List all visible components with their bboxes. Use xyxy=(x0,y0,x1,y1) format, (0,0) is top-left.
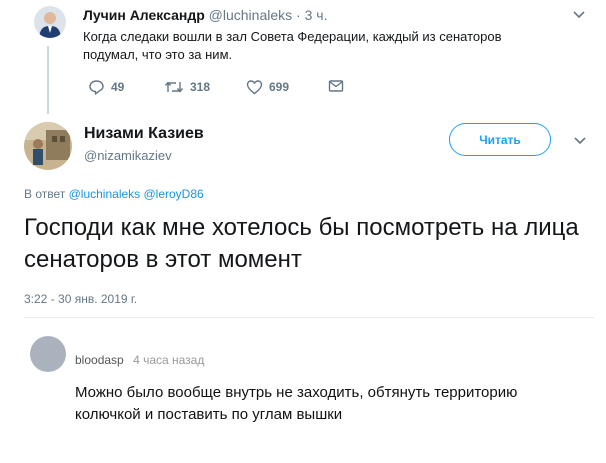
follow-button[interactable]: Читать xyxy=(449,123,551,156)
main-tweet-timestamp[interactable]: 3:22 - 30 янв. 2019 г. xyxy=(24,292,137,306)
quoted-author-avatar[interactable] xyxy=(34,6,66,38)
avatar-photo-icon xyxy=(34,6,66,38)
comment-time: 4 часа назад xyxy=(133,353,205,367)
main-author-handle[interactable]: @nizamikaziev xyxy=(84,148,172,163)
comment-text: Можно было вообще внутрь не заходить, об… xyxy=(75,384,518,423)
reply-count: 49 xyxy=(111,80,125,94)
avatar-photo-icon xyxy=(24,122,72,170)
quoted-author-line: Лучин Александр @luchinaleks · 3 ч. xyxy=(83,7,327,23)
quoted-tweet-text: Когда следаки вошли в зал Совета Федерац… xyxy=(83,29,502,62)
envelope-icon xyxy=(328,80,344,92)
chevron-down-icon[interactable] xyxy=(573,8,585,22)
comment-avatar[interactable] xyxy=(30,336,66,372)
main-author-name[interactable]: Низами Казиев xyxy=(84,125,204,143)
reply-to-line: В ответ @luchinaleks @leroyD86 xyxy=(24,187,204,201)
quoted-author-handle[interactable]: @luchinaleks xyxy=(209,7,292,23)
comment-header: bloodasp 4 часа назад xyxy=(75,353,204,367)
retweet-count: 318 xyxy=(190,80,211,94)
main-tweet-text: Господи как мне хотелось бы посмотреть н… xyxy=(24,214,579,273)
reply-to-handles[interactable]: @luchinaleks @leroyD86 xyxy=(69,187,204,201)
separator-dot: · xyxy=(296,7,301,23)
comment-username[interactable]: bloodasp xyxy=(75,353,124,367)
retweet-icon xyxy=(164,81,184,93)
reply-to-prefix: В ответ xyxy=(24,187,66,201)
chevron-down-icon[interactable] xyxy=(574,134,586,148)
like-count: 699 xyxy=(269,80,290,94)
like-action[interactable]: 699 xyxy=(246,79,289,95)
quoted-tweet-time[interactable]: 3 ч. xyxy=(305,7,328,23)
direct-message-action[interactable] xyxy=(328,79,344,93)
retweet-action[interactable]: 318 xyxy=(164,79,210,95)
divider xyxy=(24,317,594,318)
heart-icon xyxy=(246,80,263,95)
main-author-avatar[interactable] xyxy=(24,122,72,170)
reply-icon xyxy=(89,80,104,95)
quoted-author-name[interactable]: Лучин Александр xyxy=(83,7,205,23)
reply-action[interactable]: 49 xyxy=(88,79,124,95)
thread-line xyxy=(47,46,49,114)
